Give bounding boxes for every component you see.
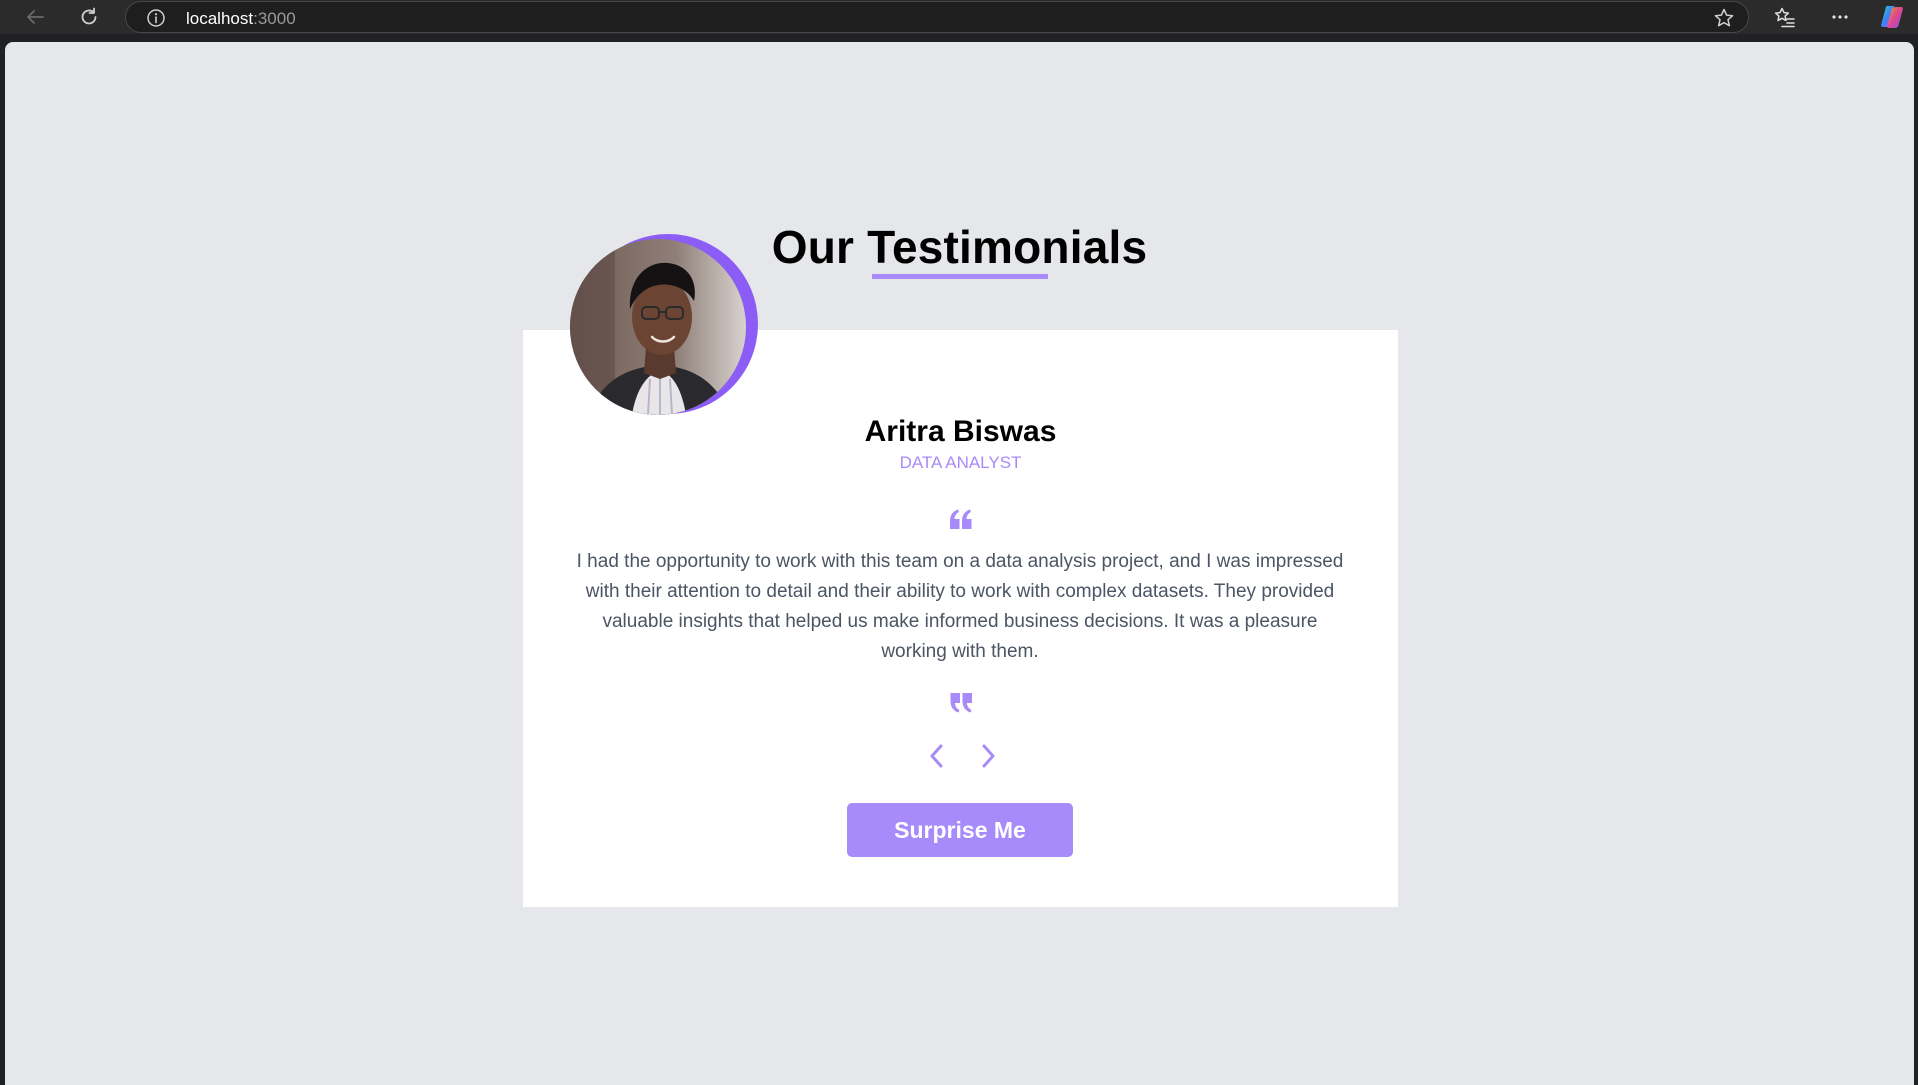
- reload-button[interactable]: [74, 2, 104, 32]
- favorite-button[interactable]: [1712, 6, 1736, 30]
- back-button[interactable]: [20, 2, 50, 32]
- more-button[interactable]: [1825, 2, 1855, 32]
- more-icon: [1832, 15, 1848, 19]
- copilot-icon: [1881, 6, 1903, 28]
- arrow-left-icon: [27, 10, 44, 24]
- chevron-right-icon: [982, 744, 995, 768]
- browser-toolbar: localhost:3000: [0, 0, 1918, 34]
- avatar-container: [570, 234, 762, 426]
- person-name: Aritra Biswas: [864, 415, 1057, 448]
- site-info-button[interactable]: [146, 8, 166, 28]
- star-icon: [1714, 8, 1734, 27]
- quote-open-icon: [950, 509, 972, 529]
- url-host: localhost: [186, 9, 254, 28]
- title-underline: [872, 274, 1048, 279]
- address-bar[interactable]: localhost:3000: [125, 1, 1749, 33]
- reload-icon: [81, 7, 97, 25]
- page-title: Our Testimonials: [771, 221, 1148, 273]
- url-port: :3000: [253, 9, 296, 28]
- url-text: localhost:3000: [186, 9, 296, 29]
- copilot-button[interactable]: [1877, 2, 1907, 32]
- page-viewport: Our Testimonials Aritra Biswas DATA ANAL…: [5, 42, 1914, 1085]
- favorites-button[interactable]: [1770, 2, 1800, 32]
- testimonial-text: I had the opportunity to work with this …: [576, 551, 1344, 662]
- info-icon: [147, 9, 165, 27]
- person-photo: [570, 239, 746, 415]
- quote-close-icon: [950, 693, 972, 713]
- favorites-icon: [1774, 7, 1795, 28]
- prev-button[interactable]: [922, 741, 952, 771]
- next-button[interactable]: [973, 741, 1003, 771]
- avatar: [570, 239, 746, 415]
- surprise-me-button[interactable]: Surprise Me: [847, 803, 1073, 857]
- person-job: DATA ANALYST: [899, 453, 1022, 472]
- chevron-left-icon: [930, 744, 943, 768]
